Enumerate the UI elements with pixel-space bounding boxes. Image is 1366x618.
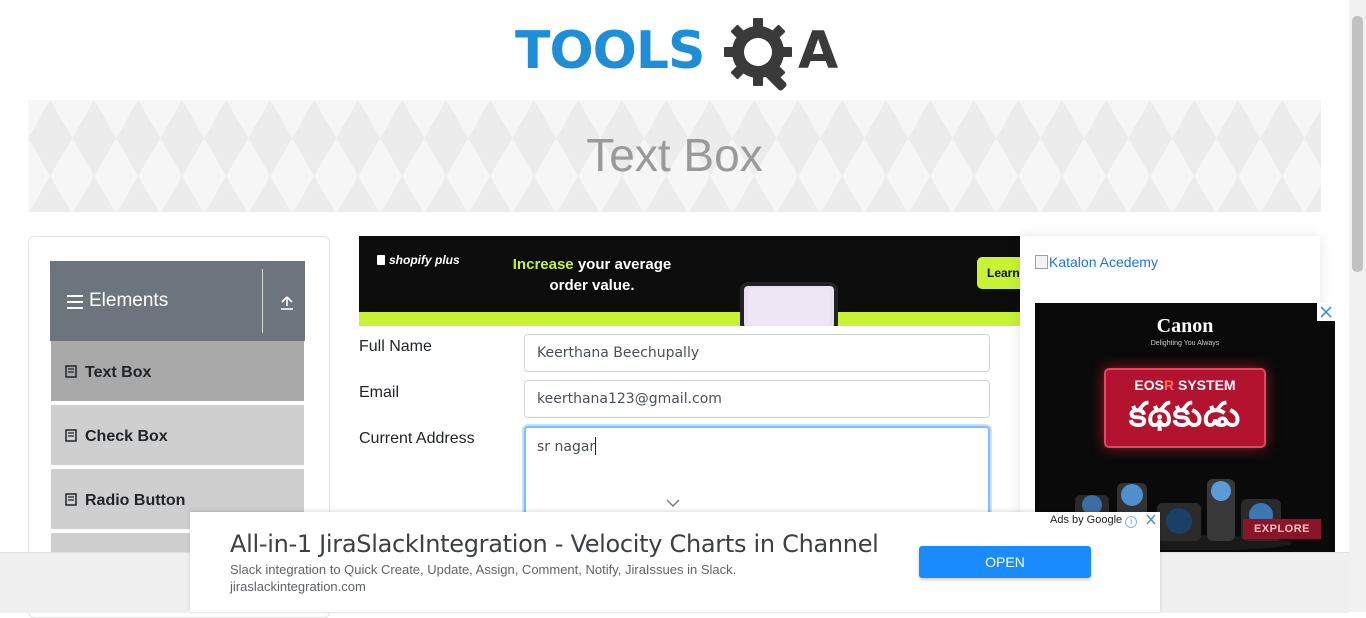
learn-more-button[interactable]: Learn — [977, 257, 1020, 289]
canon-brand: Canon — [1156, 315, 1214, 337]
close-icon[interactable] — [1144, 512, 1158, 527]
page-banner: Text Box — [28, 100, 1321, 212]
shopify-brand: shopify plus — [377, 253, 460, 267]
ad-url[interactable]: jiraslackintegration.com — [230, 579, 366, 594]
toolsqa-logo[interactable]: TOOLS A — [515, 16, 839, 92]
logo-text: TOOLS — [515, 21, 705, 81]
canon-tagline: Delighting You Always — [1150, 340, 1220, 347]
page-title: Text Box — [586, 129, 763, 181]
eos-r-system-text: EOSR SYSTEM — [1134, 377, 1236, 393]
shopping-bag-icon — [377, 255, 385, 265]
ad-headline[interactable]: All-in-1 JiraSlackIntegration - Velocity… — [230, 530, 879, 558]
address-text: sr nagar — [537, 439, 596, 455]
phone-screen — [748, 288, 830, 326]
current-address-label: Current Address — [359, 430, 475, 447]
page-scrollbar[interactable] — [1349, 0, 1366, 612]
sidebar-item-label: Text Box — [85, 364, 152, 381]
open-button[interactable]: OPEN — [919, 546, 1091, 578]
elements-group-header[interactable]: Elements — [50, 261, 305, 341]
ad-description: Slack integration to Quick Create, Updat… — [230, 562, 737, 577]
explore-button[interactable]: EXPLORE — [1243, 519, 1321, 539]
full-name-input[interactable]: Keerthana Beechupally — [524, 334, 990, 372]
shopify-ad-banner[interactable]: shopify plus Increase your average order… — [359, 236, 1020, 326]
doc-icon — [65, 365, 77, 378]
sidebar-item-label: Check Box — [85, 428, 168, 445]
sidebar-item-check-box[interactable]: Check Box — [51, 405, 304, 467]
group-title: Elements — [89, 290, 169, 311]
ads-by-google[interactable]: Ads by Google i — [1048, 513, 1140, 528]
sidebar-item-label: Radio Button — [85, 492, 186, 509]
gear-magnifier-icon — [724, 18, 792, 91]
doc-icon — [65, 429, 77, 442]
email-label: Email — [359, 384, 400, 401]
current-address-textarea[interactable]: sr nagar — [524, 426, 990, 522]
divider — [262, 269, 263, 333]
broken-image-icon — [1035, 255, 1048, 269]
logo-text-a: A — [798, 21, 839, 81]
doc-icon — [65, 493, 77, 506]
katalon-ad-link[interactable]: Katalon Acedemy — [1035, 254, 1158, 270]
ad-stripe — [359, 312, 1020, 326]
eos-r-system-box: EOSR SYSTEM కథకుడు — [1104, 368, 1266, 448]
google-bottom-ad[interactable]: Ads by Google i All-in-1 JiraSlackIntegra… — [190, 512, 1160, 612]
hamburger-icon — [67, 295, 83, 309]
ad-headline: Increase your average order value. — [512, 256, 672, 294]
text-caret — [595, 437, 597, 455]
full-name-label: Full Name — [359, 338, 432, 355]
scrollbar-thumb[interactable] — [1352, 16, 1363, 272]
upload-arrow-icon[interactable] — [279, 295, 295, 311]
chevron-down-icon — [666, 499, 680, 507]
sidebar-item-text-box[interactable]: Text Box — [51, 341, 304, 403]
telugu-title: కథకుడు — [1128, 396, 1242, 434]
email-input[interactable]: keerthana123@gmail.com — [524, 380, 990, 418]
info-icon[interactable]: i — [1125, 516, 1138, 528]
